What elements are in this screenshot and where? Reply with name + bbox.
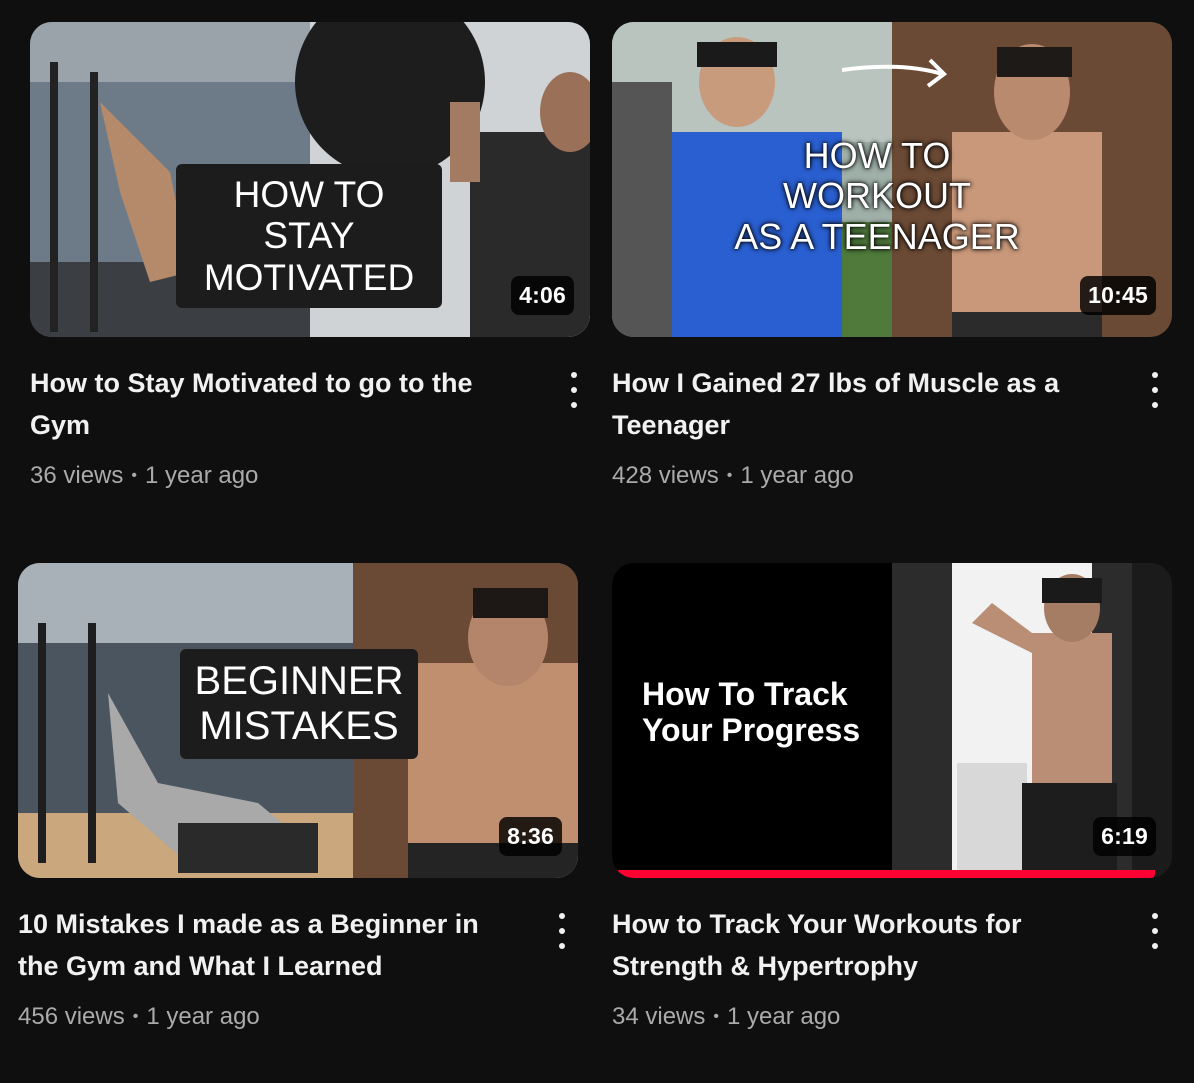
video-metadata: 428 views • 1 year ago bbox=[612, 462, 854, 490]
video-title[interactable]: How I Gained 27 lbs of Muscle as a Teena… bbox=[612, 362, 1112, 446]
upload-age: 1 year ago bbox=[740, 462, 854, 489]
thumbnail-overlay-text: HOW TO WORKOUT AS A TEENAGER bbox=[734, 135, 1020, 257]
duration-badge: 6:19 bbox=[1093, 817, 1156, 856]
video-thumbnail[interactable]: How To Track Your Progress 6:19 bbox=[612, 563, 1172, 878]
video-card[interactable]: How To Track Your Progress 6:19 How to T… bbox=[612, 563, 1172, 1063]
watch-progress-bar bbox=[612, 870, 1172, 878]
thumbnail-overlay-text: HOW TO STAY MOTIVATED bbox=[176, 164, 442, 309]
upload-age: 1 year ago bbox=[144, 462, 259, 489]
video-metadata: 456 views • 1 year ago bbox=[18, 1003, 260, 1031]
duration-badge: 8:36 bbox=[499, 817, 562, 856]
duration-badge: 4:06 bbox=[511, 276, 574, 315]
watch-progress-fill bbox=[618, 870, 1155, 878]
view-count: 36 views bbox=[30, 462, 124, 489]
video-title[interactable]: How to Track Your Workouts for Strength … bbox=[612, 903, 1112, 987]
more-options-icon[interactable] bbox=[1143, 911, 1167, 951]
meta-separator: • bbox=[131, 467, 137, 484]
thumbnail-overlay-text: How To Track Your Progress bbox=[642, 676, 861, 748]
meta-separator: • bbox=[132, 1008, 139, 1025]
video-metadata: 36 views • 1 year ago bbox=[30, 462, 258, 490]
video-title[interactable]: How to Stay Motivated to go to the Gym bbox=[30, 362, 530, 446]
video-metadata: 34 views • 1 year ago bbox=[612, 1003, 840, 1031]
more-options-icon[interactable] bbox=[550, 911, 574, 951]
video-card[interactable]: HOW TO STAY MOTIVATED 4:06 How to Stay M… bbox=[30, 22, 590, 522]
view-count: 456 views bbox=[18, 1003, 125, 1030]
view-count: 428 views bbox=[612, 462, 719, 489]
video-card[interactable]: BEGINNER MISTAKES 8:36 10 Mistakes I mad… bbox=[18, 563, 578, 1063]
more-options-icon[interactable] bbox=[562, 370, 586, 410]
video-card[interactable]: HOW TO WORKOUT AS A TEENAGER 10:45 How I… bbox=[612, 22, 1172, 522]
view-count: 34 views bbox=[612, 1003, 706, 1030]
video-thumbnail[interactable]: HOW TO WORKOUT AS A TEENAGER 10:45 bbox=[612, 22, 1172, 337]
video-title[interactable]: 10 Mistakes I made as a Beginner in the … bbox=[18, 903, 518, 987]
upload-age: 1 year ago bbox=[726, 1003, 841, 1030]
thumbnail-overlay-text: BEGINNER MISTAKES bbox=[180, 649, 418, 759]
more-options-icon[interactable] bbox=[1143, 370, 1167, 410]
meta-separator: • bbox=[726, 467, 733, 484]
upload-age: 1 year ago bbox=[146, 1003, 260, 1030]
video-thumbnail[interactable]: HOW TO STAY MOTIVATED 4:06 bbox=[30, 22, 590, 337]
meta-separator: • bbox=[713, 1008, 719, 1025]
duration-badge: 10:45 bbox=[1080, 276, 1156, 315]
video-thumbnail[interactable]: BEGINNER MISTAKES 8:36 bbox=[18, 563, 578, 878]
